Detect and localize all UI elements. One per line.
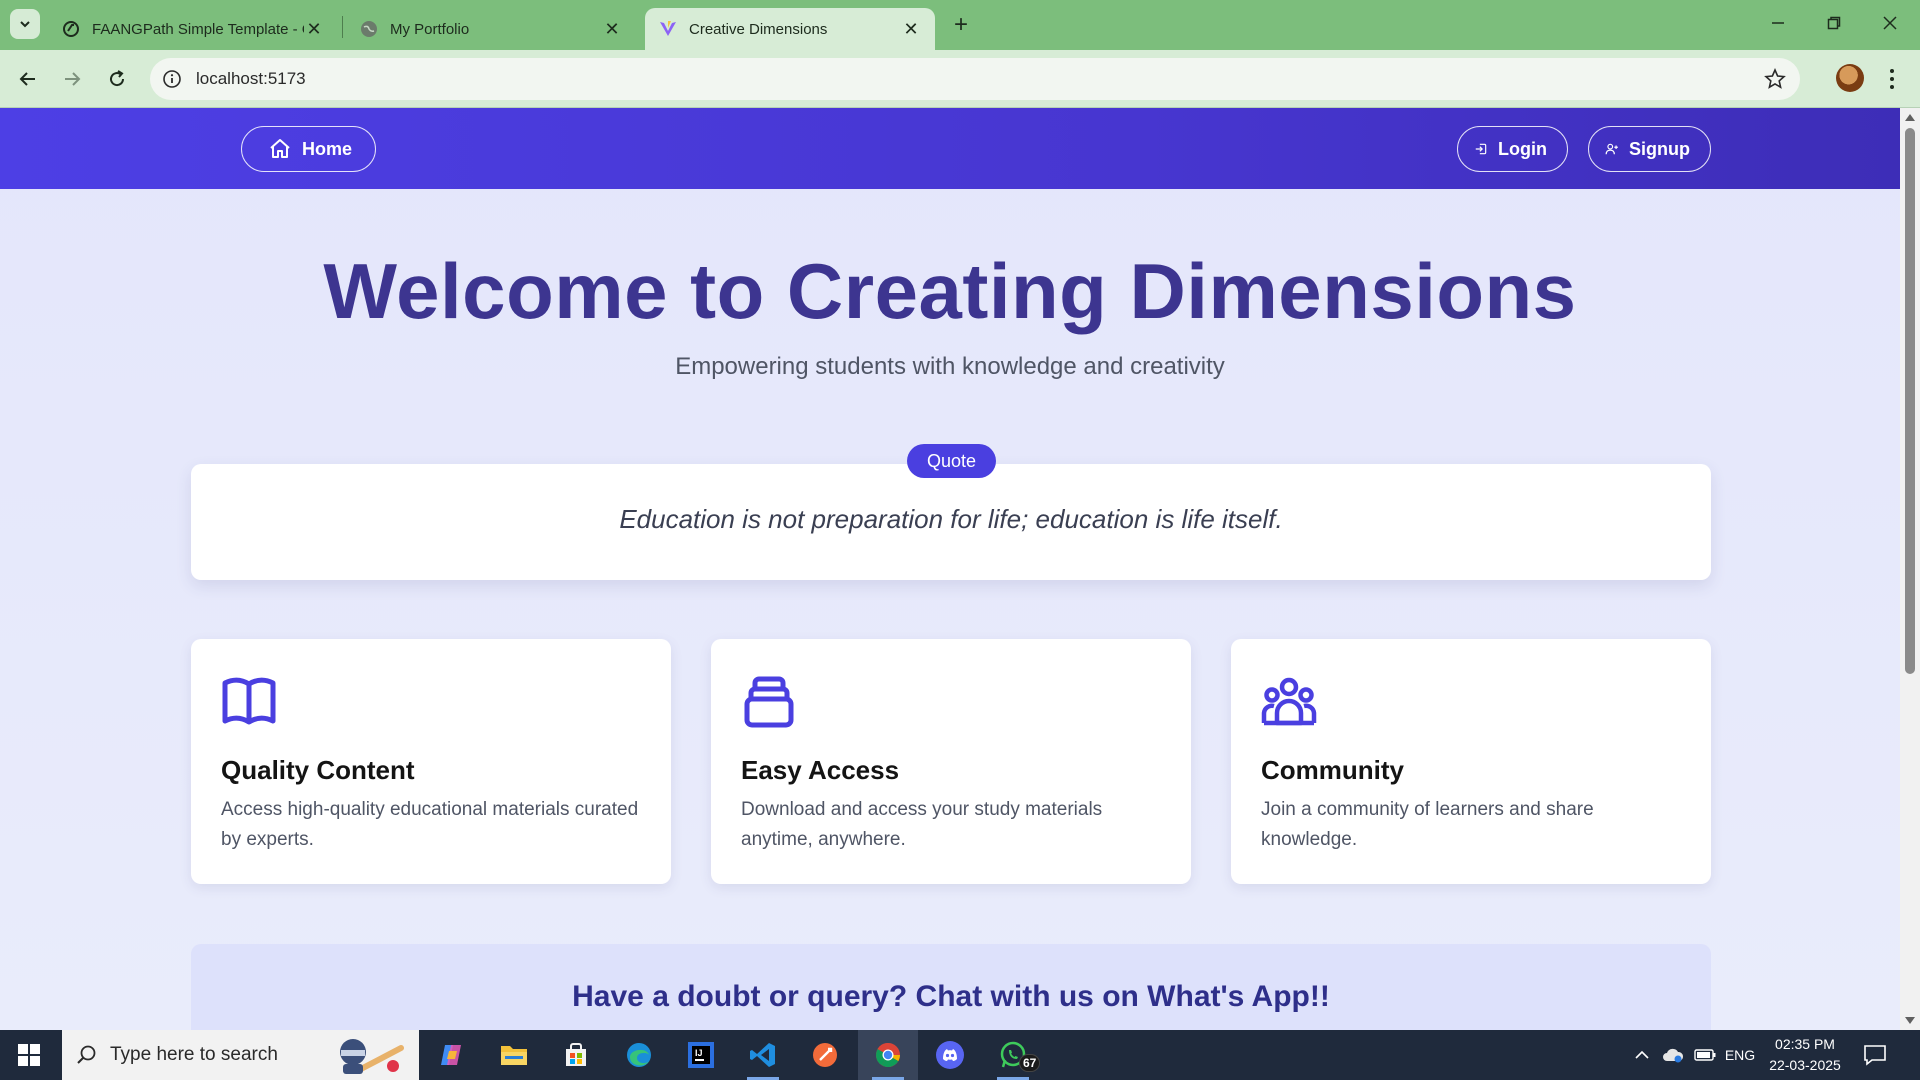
feature-card-quality-content: Quality Content Access high-quality educ… — [191, 639, 671, 884]
feature-card-easy-access: Easy Access Download and access your stu… — [711, 639, 1191, 884]
back-arrow-icon[interactable] — [12, 63, 44, 95]
feature-description: Access high-quality educational material… — [221, 799, 639, 850]
battery-icon[interactable] — [1690, 1030, 1720, 1080]
postman-icon[interactable] — [795, 1030, 855, 1080]
tab-close-icon[interactable]: ✕ — [304, 19, 324, 39]
page-viewport: Home Login Signup Welcome to Creating Di… — [0, 108, 1900, 1030]
tab-title: FAANGPath Simple Template - C — [92, 20, 304, 38]
page-scrollbar[interactable] — [1900, 108, 1920, 1030]
windows-start-button[interactable] — [0, 1030, 58, 1080]
whatsapp-unread-badge: 67 — [1019, 1054, 1041, 1072]
tab-search-button[interactable] — [10, 9, 40, 39]
search-placeholder: Type here to search — [110, 1044, 278, 1065]
home-button[interactable]: Home — [241, 126, 376, 172]
taskbar-search-box[interactable]: Type here to search — [62, 1030, 419, 1080]
restore-icon[interactable] — [1814, 8, 1854, 38]
login-label: Login — [1498, 138, 1547, 159]
tab-separator — [342, 16, 343, 38]
quote-card: Education is not preparation for life; e… — [191, 464, 1711, 580]
windows-taskbar: Type here to search IJ 67 ENG 02:35 PM 2… — [0, 1030, 1920, 1080]
archive-box-icon — [744, 676, 794, 728]
close-window-icon[interactable] — [1870, 8, 1910, 38]
whatsapp-cta-section: Have a doubt or query? Chat with us on W… — [191, 944, 1711, 1030]
browser-toolbar: localhost:5173 — [0, 50, 1920, 108]
microsoft-store-icon[interactable] — [546, 1030, 606, 1080]
file-explorer-icon[interactable] — [484, 1030, 544, 1080]
notification-center-icon[interactable] — [1862, 1042, 1888, 1068]
clock-date: 22-03-2025 — [1769, 1057, 1841, 1073]
faangpath-favicon-icon — [62, 20, 80, 38]
chrome-icon[interactable] — [858, 1030, 918, 1080]
book-open-icon — [222, 677, 276, 725]
login-button[interactable]: Login — [1457, 126, 1568, 172]
profile-avatar[interactable] — [1836, 64, 1864, 92]
site-info-icon[interactable] — [162, 69, 182, 89]
tab-creative-dimensions[interactable]: Creative Dimensions ✕ — [645, 8, 935, 50]
new-tab-plus-icon[interactable]: + — [948, 11, 974, 38]
scrollbar-thumb[interactable] — [1905, 128, 1915, 674]
hero-subtitle: Empowering students with knowledge and c… — [675, 353, 1225, 380]
globe-icon — [360, 20, 378, 38]
tab-faangpath[interactable]: FAANGPath Simple Template - C ✕ — [48, 8, 338, 50]
cricket-illustration-icon — [340, 1039, 404, 1074]
feature-card-community: Community Join a community of learners a… — [1231, 639, 1711, 884]
vite-logo-icon — [659, 20, 677, 38]
discord-icon[interactable] — [920, 1030, 980, 1080]
scroll-down-arrow-icon[interactable] — [1905, 1017, 1915, 1024]
onedrive-cloud-icon[interactable] — [1658, 1030, 1688, 1080]
home-label: Home — [302, 138, 353, 159]
svg-text:IJ: IJ — [695, 1048, 703, 1058]
scroll-up-arrow-icon[interactable] — [1905, 114, 1915, 121]
feature-title: Quality Content — [221, 755, 415, 785]
feature-description: Join a community of learners and share k… — [1261, 799, 1594, 850]
url-text[interactable]: localhost:5173 — [196, 69, 306, 89]
quote-text: Education is not preparation for life; e… — [619, 504, 1283, 534]
feature-description: Download and access your study materials… — [741, 799, 1103, 850]
signup-button[interactable]: Signup — [1588, 126, 1711, 172]
forward-arrow-icon[interactable] — [56, 63, 88, 95]
bookmark-star-icon[interactable] — [1764, 68, 1786, 90]
login-icon — [1475, 143, 1487, 155]
feature-title: Community — [1261, 755, 1404, 785]
quote-badge: Quote — [907, 444, 997, 478]
tab-close-icon[interactable]: ✕ — [602, 19, 622, 39]
feature-title: Easy Access — [741, 755, 900, 785]
tab-title: My Portfolio — [390, 20, 470, 38]
signup-label: Signup — [1629, 138, 1690, 159]
tab-my-portfolio[interactable]: My Portfolio ✕ — [346, 8, 636, 50]
search-icon — [77, 1045, 96, 1064]
clock-time: 02:35 PM — [1775, 1036, 1835, 1052]
chevron-down-icon — [20, 21, 30, 28]
reload-icon[interactable] — [101, 63, 133, 95]
minimize-icon[interactable] — [1758, 8, 1798, 38]
taskbar-clock[interactable]: 02:35 PM 22-03-2025 — [1760, 1034, 1850, 1076]
browser-tab-bar: FAANGPath Simple Template - C ✕ My Portf… — [0, 0, 1920, 50]
language-indicator[interactable]: ENG — [1722, 1030, 1758, 1080]
chevron-up-icon[interactable] — [1628, 1030, 1656, 1080]
vscode-icon[interactable] — [733, 1030, 793, 1080]
site-navbar: Home Login Signup — [0, 108, 1900, 189]
edge-icon[interactable] — [609, 1030, 669, 1080]
tab-close-icon[interactable]: ✕ — [901, 19, 921, 39]
users-group-icon — [1261, 677, 1317, 726]
whatsapp-icon[interactable]: 67 — [983, 1030, 1043, 1080]
home-icon — [270, 139, 290, 158]
tab-title: Creative Dimensions — [689, 20, 828, 38]
cta-title: Have a doubt or query? Chat with us on W… — [572, 980, 1330, 1013]
copilot-icon[interactable] — [421, 1030, 481, 1080]
address-bar[interactable]: localhost:5173 — [150, 58, 1800, 100]
user-plus-icon — [1605, 143, 1618, 155]
windows-logo-icon — [18, 1044, 40, 1066]
intellij-icon[interactable]: IJ — [671, 1030, 731, 1080]
hero-title: Welcome to Creating Dimensions — [323, 247, 1577, 335]
browser-menu-icon[interactable] — [1884, 64, 1900, 94]
